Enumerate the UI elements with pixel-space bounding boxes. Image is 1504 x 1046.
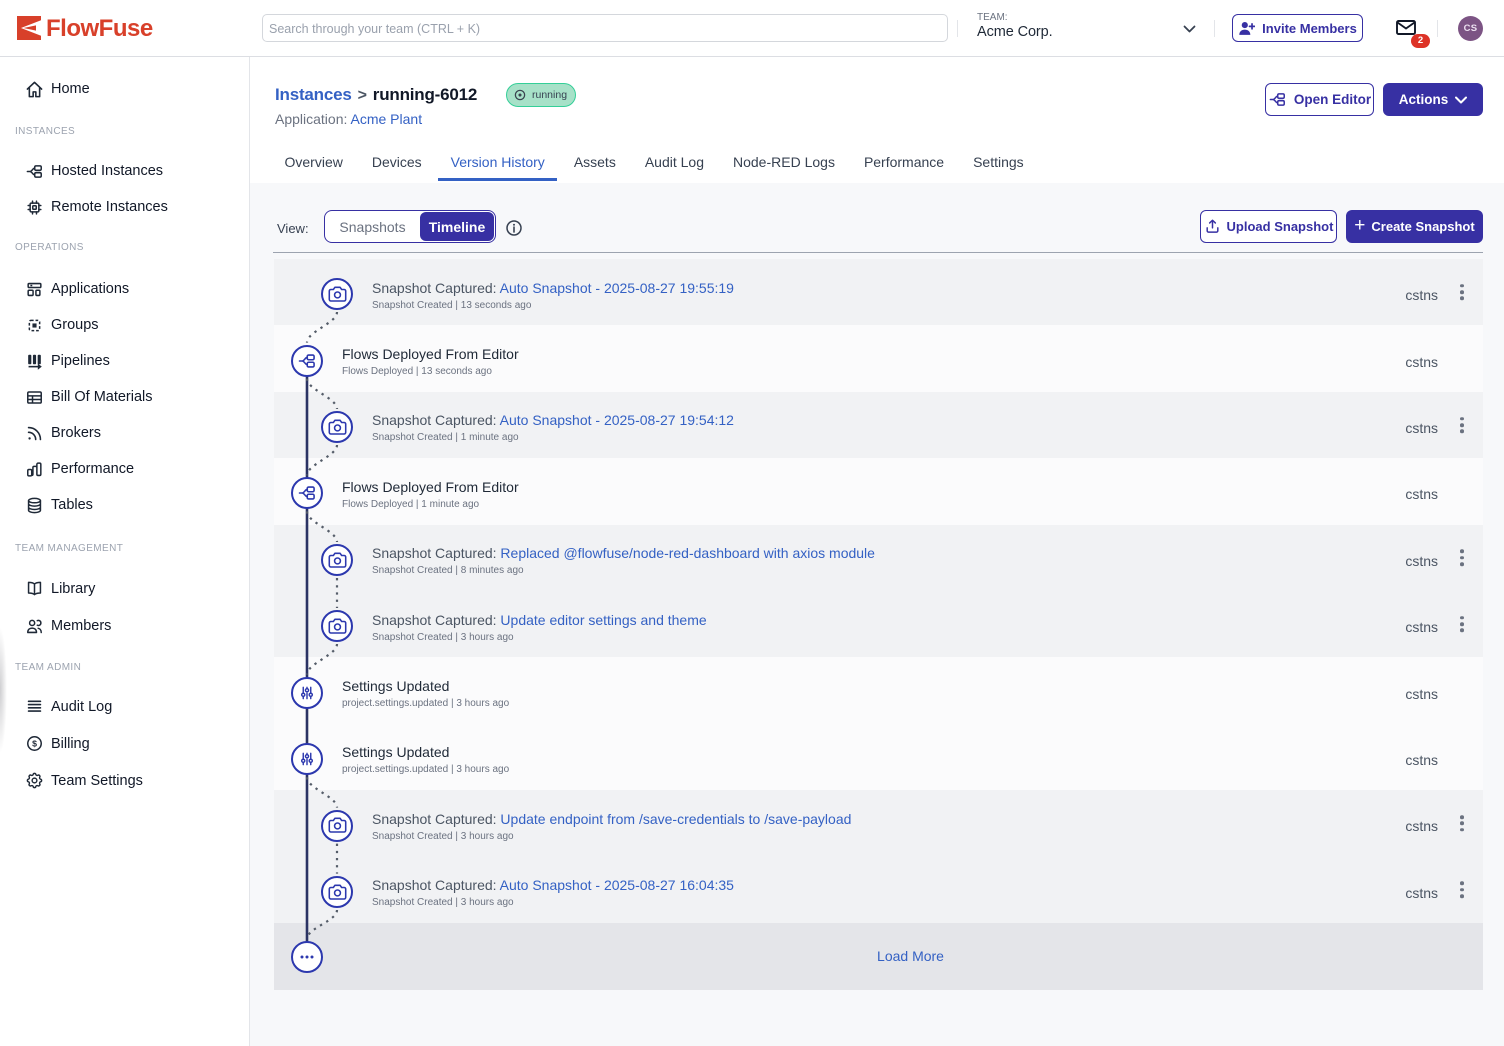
svg-text:$: $ [32, 739, 37, 749]
